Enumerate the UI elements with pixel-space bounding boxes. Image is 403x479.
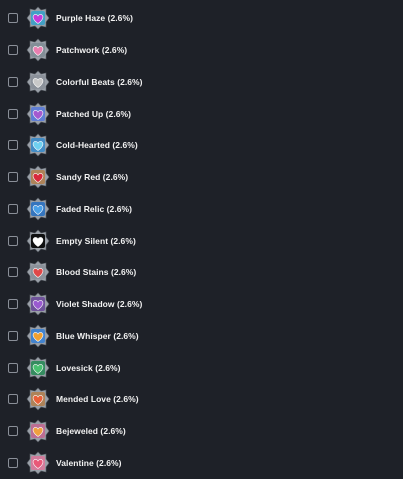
item-checkbox[interactable] — [8, 140, 18, 150]
blue-heart-badge-icon — [26, 324, 50, 348]
item-checkbox[interactable] — [8, 363, 18, 373]
list-item[interactable]: Blue Whisper (2.6%) — [0, 320, 403, 352]
item-label: Blood Stains (2.6%) — [56, 267, 137, 277]
list-item[interactable]: Faded Relic (2.6%) — [0, 193, 403, 225]
list-item[interactable]: Bejeweled (2.6%) — [0, 415, 403, 447]
list-item[interactable]: Patchwork (2.6%) — [0, 34, 403, 66]
item-checkbox[interactable] — [8, 172, 18, 182]
list-item[interactable]: Empty Silent (2.6%) — [0, 225, 403, 257]
patchwork-heart-badge-icon — [26, 38, 50, 62]
mended-heart-badge-icon — [26, 387, 50, 411]
list-item[interactable]: Patched Up (2.6%) — [0, 98, 403, 130]
item-label: Lovesick (2.6%) — [56, 363, 121, 373]
list-item[interactable]: Blood Stains (2.6%) — [0, 256, 403, 288]
badge-list: Purple Haze (2.6%) Patchwork (2.6%) Colorf… — [0, 0, 403, 478]
green-heart-badge-icon — [26, 356, 50, 380]
item-label: Cold-Hearted (2.6%) — [56, 140, 138, 150]
item-checkbox[interactable] — [8, 77, 18, 87]
item-label: Sandy Red (2.6%) — [56, 172, 129, 182]
jewel-heart-badge-icon — [26, 419, 50, 443]
list-item[interactable]: Cold-Hearted (2.6%) — [0, 129, 403, 161]
item-checkbox[interactable] — [8, 13, 18, 23]
list-item[interactable]: Colorful Beats (2.6%) — [0, 66, 403, 98]
item-label: Violet Shadow (2.6%) — [56, 299, 143, 309]
item-checkbox[interactable] — [8, 204, 18, 214]
cold-heart-badge-icon — [26, 133, 50, 157]
empty-heart-badge-icon — [26, 229, 50, 253]
item-checkbox[interactable] — [8, 331, 18, 341]
item-label: Colorful Beats (2.6%) — [56, 77, 143, 87]
item-checkbox[interactable] — [8, 267, 18, 277]
purple-heart-badge-icon — [26, 6, 50, 30]
list-item[interactable]: Sandy Red (2.6%) — [0, 161, 403, 193]
list-item[interactable]: Lovesick (2.6%) — [0, 352, 403, 384]
item-checkbox[interactable] — [8, 458, 18, 468]
item-label: Valentine (2.6%) — [56, 458, 122, 468]
item-checkbox[interactable] — [8, 394, 18, 404]
relic-heart-badge-icon — [26, 197, 50, 221]
colorful-heart-badge-icon — [26, 70, 50, 94]
item-label: Faded Relic (2.6%) — [56, 204, 133, 214]
item-checkbox[interactable] — [8, 109, 18, 119]
item-checkbox[interactable] — [8, 45, 18, 55]
red-heart-badge-icon — [26, 165, 50, 189]
item-label: Empty Silent (2.6%) — [56, 236, 136, 246]
item-label: Patchwork (2.6%) — [56, 45, 128, 55]
item-label: Purple Haze (2.6%) — [56, 13, 133, 23]
patched-heart-badge-icon — [26, 102, 50, 126]
list-item[interactable]: Mended Love (2.6%) — [0, 383, 403, 415]
item-checkbox[interactable] — [8, 299, 18, 309]
violet-heart-badge-icon — [26, 292, 50, 316]
item-label: Patched Up (2.6%) — [56, 109, 132, 119]
item-label: Blue Whisper (2.6%) — [56, 331, 139, 341]
list-item[interactable]: Valentine (2.6%) — [0, 447, 403, 479]
list-item[interactable]: Purple Haze (2.6%) — [0, 2, 403, 34]
valentine-heart-badge-icon — [26, 451, 50, 475]
item-label: Mended Love (2.6%) — [56, 394, 139, 404]
blood-heart-badge-icon — [26, 260, 50, 284]
item-label: Bejeweled (2.6%) — [56, 426, 126, 436]
list-item[interactable]: Violet Shadow (2.6%) — [0, 288, 403, 320]
item-checkbox[interactable] — [8, 426, 18, 436]
item-checkbox[interactable] — [8, 236, 18, 246]
